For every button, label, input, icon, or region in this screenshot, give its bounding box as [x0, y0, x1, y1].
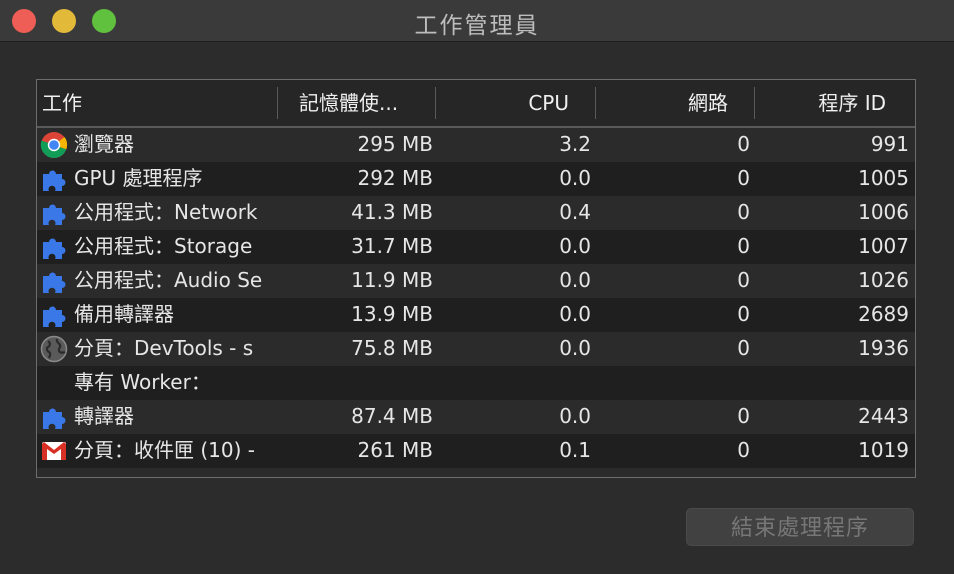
cpu-value: 3.2 — [559, 132, 591, 156]
chrome-icon — [40, 132, 68, 158]
column-header-network[interactable]: 網路 — [595, 80, 755, 126]
table-row[interactable]: 備用轉譯器 13.9 MB 0.0 0 2689 — [37, 298, 915, 332]
process-name: 分頁：收件匣 (10) - — [74, 438, 255, 462]
cpu-value: 0.0 — [559, 234, 591, 258]
cpu-value: 0.0 — [559, 268, 591, 292]
network-value: 0 — [737, 234, 750, 258]
memory-value — [275, 366, 433, 400]
title-bar: 工作管理員 — [0, 0, 954, 42]
process-name: 公用程式：Network — [74, 200, 258, 224]
pid-value: 1006 — [858, 200, 909, 224]
cpu-value: 0.0 — [559, 302, 591, 326]
memory-value: 11.9 MB — [351, 268, 433, 292]
pid-value: 991 — [870, 132, 909, 156]
memory-value: 87.4 MB — [351, 404, 433, 428]
memory-value: 75.8 MB — [351, 336, 433, 360]
table-row[interactable]: 公用程式：Audio Se 11.9 MB 0.0 0 1026 — [37, 264, 915, 298]
cpu-value: 0.0 — [559, 336, 591, 360]
pid-value: 1005 — [858, 166, 909, 190]
process-table: 工作 記憶體使... CPU 網路 程序 ID 瀏覽器 295 MB 3.2 0… — [36, 79, 916, 478]
table-row[interactable]: 公用程式：Network 41.3 MB 0.4 0 1006 — [37, 196, 915, 230]
table-row[interactable]: 分頁：DevTools - s 75.8 MB 0.0 0 1936 — [37, 332, 915, 366]
pid-value: 1007 — [858, 234, 909, 258]
network-value: 0 — [737, 404, 750, 428]
process-name: 分頁：DevTools - s — [74, 336, 254, 360]
process-name: 公用程式：Audio Se — [74, 268, 263, 292]
cpu-value — [437, 366, 591, 400]
network-value: 0 — [737, 336, 750, 360]
memory-value: 292 MB — [357, 166, 433, 190]
memory-value: 261 MB — [357, 438, 433, 462]
puzzle-extension-icon — [43, 204, 66, 225]
table-header: 工作 記憶體使... CPU 網路 程序 ID — [37, 80, 915, 128]
pid-value: 2689 — [858, 302, 909, 326]
column-header-task[interactable]: 工作 — [42, 80, 278, 126]
end-process-button[interactable]: 結束處理程序 — [686, 508, 914, 546]
cpu-value: 0.0 — [559, 166, 591, 190]
task-manager-window: 工作管理員 工作 記憶體使... CPU 網路 程序 ID 瀏覽器 295 MB… — [0, 0, 954, 574]
table-body: 瀏覽器 295 MB 3.2 0 991 GPU 處理程序 292 MB 0.0… — [37, 128, 915, 477]
pid-value — [753, 366, 909, 400]
memory-value: 295 MB — [357, 132, 433, 156]
process-name: 備用轉譯器 — [74, 302, 174, 326]
network-value: 0 — [737, 132, 750, 156]
puzzle-extension-icon — [43, 272, 66, 293]
memory-value: 13.9 MB — [351, 302, 433, 326]
column-header-memory[interactable]: 記憶體使... — [277, 80, 436, 126]
pid-value: 1936 — [858, 336, 909, 360]
cpu-value: 0.1 — [559, 438, 591, 462]
table-row[interactable]: 專有 Worker： — [37, 366, 915, 400]
memory-value: 31.7 MB — [351, 234, 433, 258]
globe-icon — [40, 335, 68, 363]
puzzle-extension-icon — [43, 238, 66, 259]
table-row[interactable]: GPU 處理程序 292 MB 0.0 0 1005 — [37, 162, 915, 196]
table-row[interactable]: 轉譯器 87.4 MB 0.0 0 2443 — [37, 400, 915, 434]
puzzle-extension-icon — [43, 408, 66, 429]
table-row[interactable]: 分頁：收件匣 (10) - 261 MB 0.1 0 1019 — [37, 434, 915, 468]
window-title: 工作管理員 — [414, 13, 540, 39]
table-row[interactable]: 瀏覽器 295 MB 3.2 0 991 — [37, 128, 915, 162]
gmail-icon — [42, 442, 66, 460]
table-row-partial[interactable] — [37, 468, 915, 477]
network-value: 0 — [737, 166, 750, 190]
network-value: 0 — [737, 268, 750, 292]
pid-value: 1019 — [858, 438, 909, 462]
network-value — [597, 366, 750, 400]
process-name: 轉譯器 — [74, 404, 134, 428]
network-value: 0 — [737, 438, 750, 462]
puzzle-extension-icon — [43, 170, 66, 191]
table-row[interactable]: 公用程式：Storage 31.7 MB 0.0 0 1007 — [37, 230, 915, 264]
network-value: 0 — [737, 302, 750, 326]
process-name: 專有 Worker： — [74, 370, 211, 394]
column-header-cpu[interactable]: CPU — [435, 80, 596, 126]
pid-value: 1026 — [858, 268, 909, 292]
network-value: 0 — [737, 200, 750, 224]
process-name: GPU 處理程序 — [74, 166, 203, 190]
column-header-pid[interactable]: 程序 ID — [754, 80, 915, 126]
cpu-value: 0.4 — [559, 200, 591, 224]
pid-value: 2443 — [858, 404, 909, 428]
process-name: 公用程式：Storage — [74, 234, 253, 258]
memory-value: 41.3 MB — [351, 200, 433, 224]
cpu-value: 0.0 — [559, 404, 591, 428]
puzzle-extension-icon — [43, 306, 66, 327]
process-name: 瀏覽器 — [74, 132, 134, 156]
